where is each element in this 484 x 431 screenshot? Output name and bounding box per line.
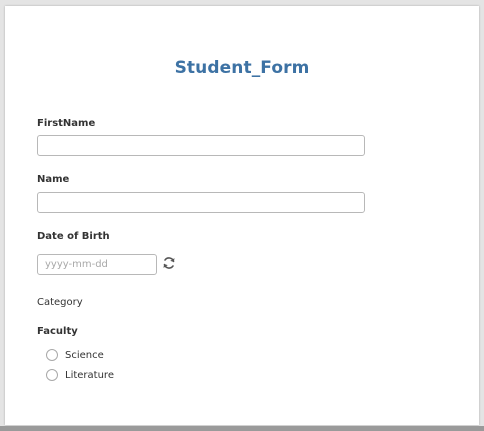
bottom-border	[0, 426, 484, 431]
window-background: Student_Form FirstName Name Date of Birt…	[0, 0, 484, 431]
firstname-input[interactable]	[37, 135, 365, 156]
category-label: Category	[37, 297, 83, 308]
form-card: Student_Form FirstName Name Date of Birt…	[5, 6, 479, 425]
date-of-birth-label: Date of Birth	[37, 231, 110, 242]
date-of-birth-input[interactable]	[37, 254, 157, 275]
science-radio-label: Science	[65, 349, 104, 361]
science-radio-button[interactable]	[46, 349, 58, 361]
firstname-label: FirstName	[37, 118, 96, 129]
refresh-icon[interactable]	[162, 256, 176, 270]
faculty-option-science[interactable]: Science	[46, 348, 104, 362]
form-title: Student_Form	[174, 58, 310, 78]
literature-radio-label: Literature	[65, 369, 114, 381]
name-label: Name	[37, 174, 70, 185]
faculty-option-literature[interactable]: Literature	[46, 368, 114, 382]
faculty-label: Faculty	[37, 326, 78, 337]
literature-radio-button[interactable]	[46, 369, 58, 381]
name-input[interactable]	[37, 192, 365, 213]
